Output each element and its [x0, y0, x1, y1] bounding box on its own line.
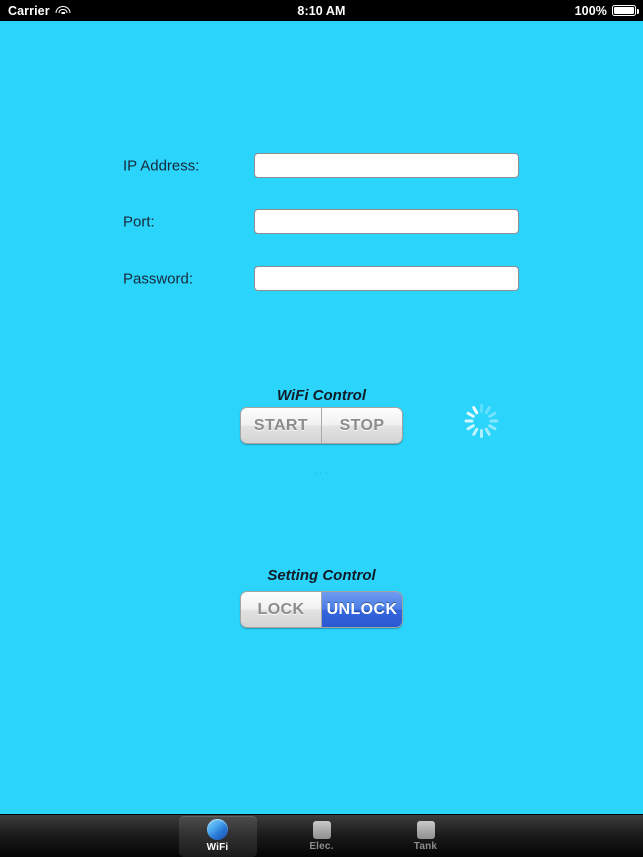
- ip-address-label: IP Address:: [123, 157, 200, 175]
- password-label: Password:: [123, 270, 194, 288]
- tab-tank[interactable]: Tank: [387, 816, 465, 857]
- globe-icon: [207, 819, 228, 840]
- square-icon: [416, 820, 435, 839]
- tab-wifi[interactable]: WiFi: [178, 815, 257, 857]
- form-row-password: Password:: [0, 266, 643, 292]
- port-label: Port:: [123, 213, 155, 231]
- port-input[interactable]: [254, 209, 519, 234]
- lock-segment[interactable]: LOCK: [241, 592, 321, 627]
- tab-wifi-label: WiFi: [206, 842, 229, 853]
- form-row-ip-address: IP Address:: [0, 153, 643, 179]
- wifi-status-text: ...: [313, 461, 330, 478]
- tab-bar: WiFi Elec. Tank: [0, 814, 643, 857]
- activity-indicator-icon: [463, 403, 499, 439]
- battery-full-icon: [612, 5, 639, 16]
- battery-percent-label: 100%: [574, 3, 607, 18]
- stop-segment[interactable]: STOP: [321, 408, 402, 443]
- unlock-segment[interactable]: UNLOCK: [321, 592, 402, 627]
- wifi-settings-screen: IP Address: Port: Password: WiFi Control…: [0, 21, 643, 814]
- setting-control-segmented[interactable]: LOCK UNLOCK: [240, 591, 403, 628]
- status-bar: Carrier 8:10 AM 100%: [0, 0, 643, 21]
- tab-elec-label: Elec.: [309, 840, 334, 852]
- wifi-control-title: WiFi Control: [276, 387, 366, 404]
- status-bar-time: 8:10 AM: [297, 3, 346, 18]
- status-bar-right: 100%: [574, 3, 639, 18]
- wifi-control-segmented[interactable]: START STOP: [240, 407, 403, 444]
- start-segment[interactable]: START: [241, 408, 321, 443]
- tab-tank-label: Tank: [413, 840, 438, 852]
- form-row-port: Port:: [0, 209, 643, 235]
- setting-control-title: Setting Control: [267, 567, 376, 584]
- square-icon: [312, 820, 331, 839]
- ip-address-input[interactable]: [254, 153, 519, 178]
- password-input[interactable]: [254, 266, 519, 291]
- tab-elec[interactable]: Elec.: [283, 816, 361, 857]
